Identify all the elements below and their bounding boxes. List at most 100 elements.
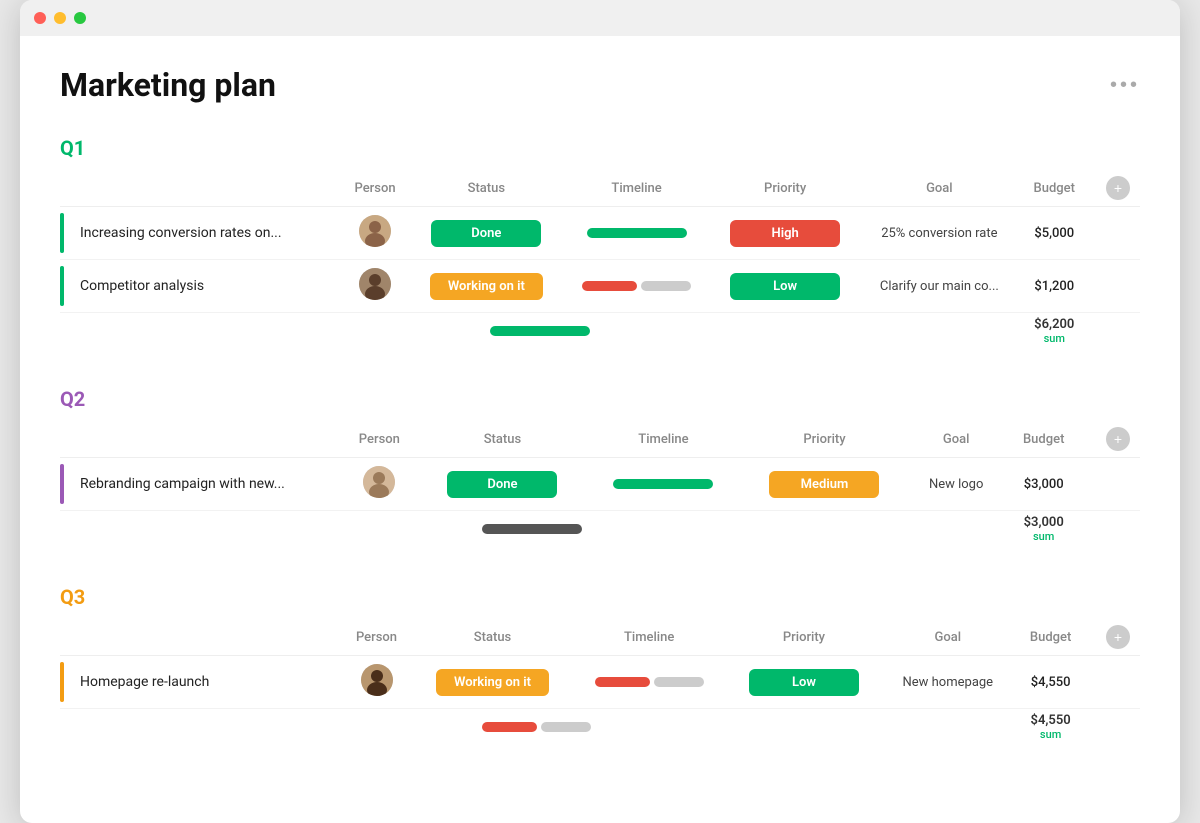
section-q1: Q1 Person Status Timeline Priority Goal … bbox=[60, 136, 1140, 355]
col-goal-q3: Goal bbox=[882, 619, 1014, 656]
page-title: Marketing plan bbox=[60, 66, 276, 104]
avatar bbox=[359, 268, 391, 300]
section-q2: Q2 Person Status Timeline Priority Goal … bbox=[60, 387, 1140, 553]
add-column-q2-button[interactable]: + bbox=[1106, 427, 1130, 451]
sum-action bbox=[1083, 511, 1140, 554]
col-add-q2: + bbox=[1083, 421, 1140, 458]
row-border bbox=[60, 464, 64, 504]
q1-table: Person Status Timeline Priority Goal Bud… bbox=[60, 170, 1140, 355]
bar-segment bbox=[613, 479, 713, 489]
sum-spacer bbox=[60, 709, 1014, 752]
section-label-q1: Q1 bbox=[60, 136, 1140, 160]
sum-action bbox=[1089, 313, 1140, 356]
budget-cell: $1,200 bbox=[1019, 260, 1089, 313]
sum-budget-cell: $3,000 sum bbox=[1004, 511, 1083, 554]
goal-cell: New homepage bbox=[882, 656, 1014, 709]
sum-spacer bbox=[60, 313, 1019, 356]
section-label-q2: Q2 bbox=[60, 387, 1140, 411]
sum-action bbox=[1087, 709, 1140, 752]
priority-badge: Medium bbox=[769, 471, 879, 498]
table-row: Increasing conversion rates on... bbox=[60, 207, 1140, 260]
titlebar bbox=[20, 0, 1180, 36]
minimize-dot[interactable] bbox=[54, 12, 66, 24]
sum-row: $4,550 sum bbox=[60, 709, 1140, 752]
status-cell: Done bbox=[410, 207, 563, 260]
close-dot[interactable] bbox=[34, 12, 46, 24]
sum-bar-dark bbox=[482, 524, 582, 534]
table-row: Competitor analysis bbox=[60, 260, 1140, 313]
budget-cell: $5,000 bbox=[1019, 207, 1089, 260]
priority-cell: Medium bbox=[741, 458, 908, 511]
priority-badge: Low bbox=[730, 273, 840, 300]
main-content: Marketing plan ••• Q1 Person Status Time… bbox=[20, 36, 1180, 823]
sum-spacer bbox=[60, 511, 1004, 554]
row-border bbox=[60, 662, 64, 702]
sum-timeline bbox=[70, 326, 1009, 336]
task-cell: Rebranding campaign with new... bbox=[60, 458, 340, 511]
sum-label: sum bbox=[1029, 332, 1079, 345]
budget-cell: $3,000 bbox=[1004, 458, 1083, 511]
q2-table: Person Status Timeline Priority Goal Bud… bbox=[60, 421, 1140, 553]
status-badge: Working on it bbox=[436, 669, 549, 696]
timeline-bar bbox=[596, 479, 731, 489]
task-name: Increasing conversion rates on... bbox=[80, 225, 282, 241]
bar-segment-red bbox=[582, 281, 637, 291]
sum-label: sum bbox=[1024, 728, 1077, 741]
col-status-q3: Status bbox=[413, 619, 572, 656]
status-cell: Working on it bbox=[413, 656, 572, 709]
col-task-q2 bbox=[60, 421, 340, 458]
app-window: Marketing plan ••• Q1 Person Status Time… bbox=[20, 0, 1180, 823]
col-timeline-q3: Timeline bbox=[572, 619, 726, 656]
col-status-q1: Status bbox=[410, 170, 563, 207]
task-cell: Increasing conversion rates on... bbox=[60, 207, 340, 260]
priority-cell: Low bbox=[711, 260, 860, 313]
timeline-bar bbox=[582, 677, 716, 687]
person-cell bbox=[340, 207, 410, 260]
add-column-q3-button[interactable]: + bbox=[1106, 625, 1130, 649]
sum-bar bbox=[490, 326, 590, 336]
timeline-cell bbox=[563, 207, 711, 260]
timeline-bar bbox=[573, 228, 701, 238]
sum-budget-cell: $4,550 sum bbox=[1014, 709, 1087, 752]
col-add-q1: + bbox=[1089, 170, 1140, 207]
priority-cell: Low bbox=[726, 656, 881, 709]
section-label-q3: Q3 bbox=[60, 585, 1140, 609]
sum-label: sum bbox=[1014, 530, 1073, 543]
timeline-cell bbox=[563, 260, 711, 313]
table-row: Rebranding campaign with new... bbox=[60, 458, 1140, 511]
col-budget-q3: Budget bbox=[1014, 619, 1087, 656]
col-budget-q2: Budget bbox=[1004, 421, 1083, 458]
timeline-cell bbox=[572, 656, 726, 709]
table-row: Homepage re-launch bbox=[60, 656, 1140, 709]
task-name: Competitor analysis bbox=[80, 278, 204, 294]
bar-segment-gray bbox=[654, 677, 704, 687]
task-cell: Competitor analysis bbox=[60, 260, 340, 313]
goal-cell: 25% conversion rate bbox=[860, 207, 1019, 260]
sum-row: $6,200 sum bbox=[60, 313, 1140, 356]
col-timeline-q1: Timeline bbox=[563, 170, 711, 207]
col-person-q2: Person bbox=[340, 421, 419, 458]
maximize-dot[interactable] bbox=[74, 12, 86, 24]
add-column-q1-button[interactable]: + bbox=[1106, 176, 1130, 200]
col-status-q2: Status bbox=[419, 421, 586, 458]
sum-bar-red bbox=[482, 722, 537, 732]
sum-budget: $6,200 bbox=[1034, 317, 1074, 332]
col-person-q3: Person bbox=[340, 619, 413, 656]
col-priority-q2: Priority bbox=[741, 421, 908, 458]
priority-badge: High bbox=[730, 220, 840, 247]
bar-segment bbox=[587, 228, 687, 238]
avatar bbox=[363, 466, 395, 498]
person-cell bbox=[340, 458, 419, 511]
more-options-button[interactable]: ••• bbox=[1110, 74, 1140, 97]
task-name: Homepage re-launch bbox=[80, 674, 209, 690]
col-task-q1 bbox=[60, 170, 340, 207]
bar-segment-gray bbox=[641, 281, 691, 291]
person-cell bbox=[340, 260, 410, 313]
col-timeline-q2: Timeline bbox=[586, 421, 741, 458]
priority-badge: Low bbox=[749, 669, 859, 696]
col-goal-q1: Goal bbox=[860, 170, 1019, 207]
q3-table: Person Status Timeline Priority Goal Bud… bbox=[60, 619, 1140, 751]
status-badge: Done bbox=[431, 220, 541, 247]
budget-cell: $4,550 bbox=[1014, 656, 1087, 709]
status-cell: Working on it bbox=[410, 260, 563, 313]
